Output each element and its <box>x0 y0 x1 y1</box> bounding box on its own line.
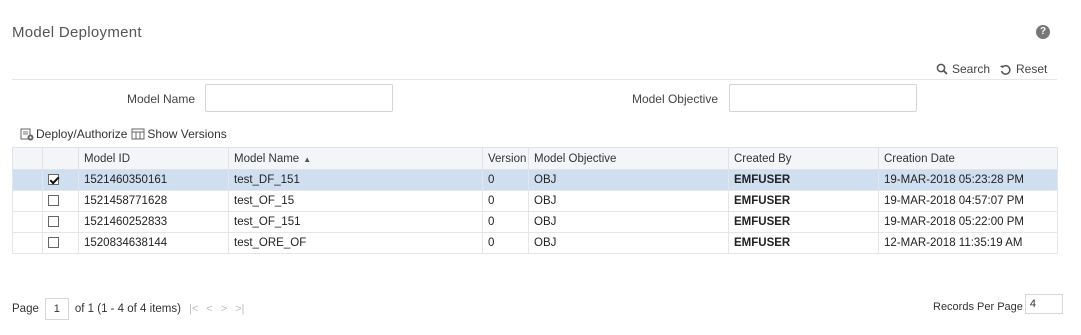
table-row[interactable]: 1521458771628 test_OF_15 0 OBJ EMFUSER 19-MAR… <box>12 190 1058 212</box>
next-page-icon[interactable]: > <box>221 303 227 315</box>
page-label: Page <box>12 303 39 315</box>
row-spacer <box>12 232 43 254</box>
cell-version: 0 <box>482 232 529 254</box>
search-button[interactable]: Search <box>936 62 990 76</box>
cell-created-by: EMFUSER <box>728 190 879 212</box>
pagination: Page 1 of 1 (1 - 4 of 4 items) |< < > >| <box>12 298 244 320</box>
model-objective-label: Model Objective <box>631 92 718 106</box>
records-per-page-label: Records Per Page <box>933 301 1023 313</box>
row-checkbox[interactable] <box>48 195 59 207</box>
page-summary: of 1 (1 - 4 of 4 items) <box>74 303 181 315</box>
records-per-page-input[interactable]: 4 <box>1024 294 1063 314</box>
table-row[interactable]: 1521460350161 test_DF_151 0 OBJ EMFUSER 19-MA… <box>12 169 1058 191</box>
show-versions-label: Show Versions <box>147 127 227 141</box>
row-spacer <box>12 169 43 191</box>
row-checkbox-cell <box>42 232 79 254</box>
row-spacer <box>12 190 43 212</box>
row-checkbox-cell <box>42 169 79 191</box>
model-name-input[interactable] <box>205 84 393 112</box>
cell-version: 0 <box>482 190 529 212</box>
last-page-icon[interactable]: >| <box>235 303 244 315</box>
header-select <box>42 147 79 170</box>
row-checkbox[interactable] <box>48 174 59 186</box>
header-model-name-label: Model Name <box>234 152 300 165</box>
model-objective-input[interactable] <box>729 84 917 112</box>
table-row[interactable]: 1521460252833 test_OF_151 0 OBJ EMFUSER 19-MA… <box>12 211 1058 233</box>
prev-page-icon[interactable]: < <box>206 303 212 315</box>
cell-model-id: 1521460350161 <box>78 169 229 191</box>
first-page-icon[interactable]: |< <box>189 303 198 315</box>
model-name-label: Model Name <box>126 92 195 106</box>
table-header-row: Model ID Model Name ▲ Version Model Objec… <box>12 147 1058 170</box>
header-model-name[interactable]: Model Name ▲ <box>228 147 483 170</box>
cell-creation-date: 19-MAR-2018 05:22:00 PM <box>878 211 1058 233</box>
row-checkbox[interactable] <box>48 216 59 228</box>
show-versions-button[interactable]: Show Versions <box>131 127 227 141</box>
cell-model-name: test_DF_151 <box>228 169 483 191</box>
header-creation-date[interactable]: Creation Date <box>878 147 1058 170</box>
header-spacer <box>12 147 43 170</box>
table-row[interactable]: 1520834638144 test_ORE_OF 0 OBJ EMFUSER 12-MA… <box>12 232 1058 254</box>
title-divider <box>12 79 1057 80</box>
deploy-authorize-button[interactable]: Deploy/Authorize <box>20 127 127 141</box>
header-created-by[interactable]: Created By <box>728 147 879 170</box>
reset-button[interactable]: Reset <box>999 62 1047 76</box>
cell-model-name: test_ORE_OF <box>228 232 483 254</box>
versions-icon <box>131 128 145 140</box>
row-checkbox-cell <box>42 190 79 212</box>
cell-creation-date: 19-MAR-2018 05:23:28 PM <box>878 169 1058 191</box>
cell-created-by: EMFUSER <box>728 232 879 254</box>
cell-creation-date: 12-MAR-2018 11:35:19 AM <box>878 232 1058 254</box>
reset-icon <box>999 64 1011 75</box>
cell-model-objective: OBJ <box>528 169 729 191</box>
sort-ascending-icon: ▲ <box>303 154 312 164</box>
row-spacer <box>12 211 43 233</box>
page-title: Model Deployment <box>12 24 142 41</box>
cell-created-by: EMFUSER <box>728 211 879 233</box>
toolbar: Deploy/Authorize Show Versions <box>20 127 231 141</box>
cell-created-by: EMFUSER <box>728 169 879 191</box>
model-table: Model ID Model Name ▲ Version Model Objec… <box>12 147 1058 254</box>
row-checkbox[interactable] <box>48 237 59 249</box>
row-checkbox-cell <box>42 211 79 233</box>
header-model-objective[interactable]: Model Objective <box>528 147 729 170</box>
deploy-icon <box>20 128 34 140</box>
cell-version: 0 <box>482 211 529 233</box>
cell-model-id: 1520834638144 <box>78 232 229 254</box>
header-version[interactable]: Version <box>482 147 529 170</box>
cell-version: 0 <box>482 169 529 191</box>
cell-model-name: test_OF_15 <box>228 190 483 212</box>
cell-model-objective: OBJ <box>528 190 729 212</box>
deploy-authorize-label: Deploy/Authorize <box>36 127 128 141</box>
search-label: Search <box>952 62 991 76</box>
cell-creation-date: 19-MAR-2018 04:57:07 PM <box>878 190 1058 212</box>
page-number-input[interactable]: 1 <box>44 298 69 320</box>
cell-model-name: test_OF_151 <box>228 211 483 233</box>
help-icon[interactable]: ? <box>1036 25 1050 39</box>
header-model-id[interactable]: Model ID <box>78 147 229 170</box>
reset-label: Reset <box>1016 62 1048 76</box>
cell-model-objective: OBJ <box>528 211 729 233</box>
search-icon <box>936 63 948 75</box>
cell-model-objective: OBJ <box>528 232 729 254</box>
cell-model-id: 1521460252833 <box>78 211 229 233</box>
records-per-page: Records Per Page 4 <box>933 294 1063 314</box>
cell-model-id: 1521458771628 <box>78 190 229 212</box>
